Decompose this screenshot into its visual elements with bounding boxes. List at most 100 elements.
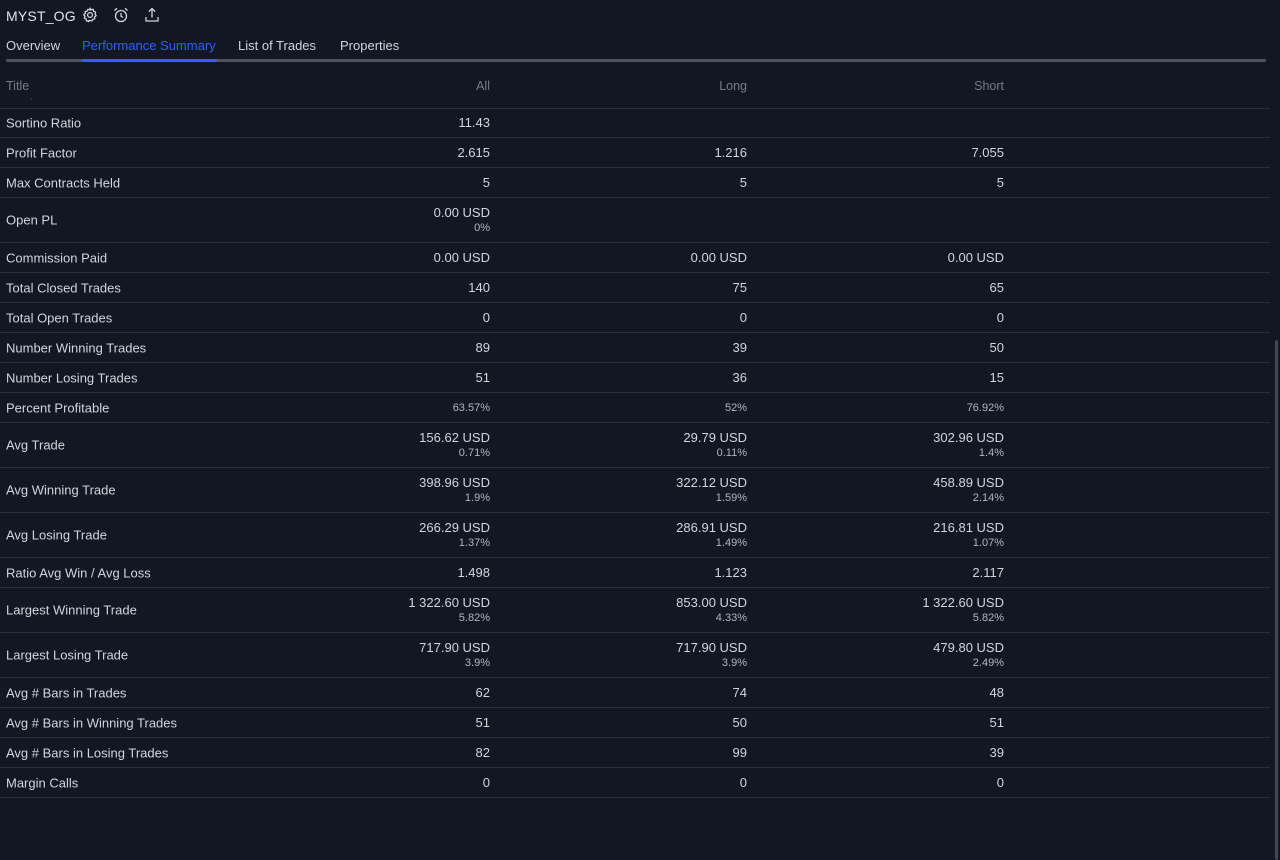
table-header: Title All Long Short	[0, 72, 1270, 109]
gear-icon[interactable]	[81, 6, 99, 24]
cell-all: 1 322.60 USD 5.82%	[408, 595, 490, 625]
cell-all-value: 11.43	[458, 114, 490, 130]
cell-all: 1.498	[457, 565, 490, 581]
row-title: Avg Winning Trade	[6, 482, 116, 498]
cell-short-value: 50	[989, 339, 1004, 355]
cell-short: 2.117	[972, 565, 1004, 581]
row-title: Avg # Bars in Winning Trades	[6, 715, 178, 730]
scrollbar[interactable]	[1274, 72, 1280, 860]
cell-all: 266.29 USD 1.37%	[419, 520, 490, 550]
table-row: Avg Losing Trade 266.29 USD 1.37% 286.91 US…	[0, 513, 1270, 558]
cell-all-percent: 5.82%	[458, 612, 490, 624]
table-row: Avg Winning Trade 398.96 USD 1.9% 322.12 US…	[0, 468, 1270, 513]
cell-all-percent: 0.71%	[458, 447, 490, 459]
active-tab-indicator	[82, 59, 217, 62]
cell-long-value: 0.00 USD	[690, 249, 747, 265]
cell-short: 1 322.60 USD 5.82%	[922, 595, 1004, 625]
cell-long-value: 286.91 USD	[676, 520, 747, 535]
cell-all: 5	[483, 175, 490, 191]
cell-short-value: 48	[989, 684, 1004, 700]
cell-short-value: 65	[989, 279, 1004, 295]
cell-short-percent: 2.14%	[972, 492, 1004, 504]
cell-all: 11.43	[458, 115, 490, 131]
cell-short: 0.00 USD	[948, 250, 1004, 266]
cell-all-value: 1.498	[457, 564, 490, 580]
cell-short: 216.81 USD 1.07%	[933, 520, 1004, 550]
cell-long: 853.00 USD 4.33%	[676, 595, 747, 625]
cell-all-value: 51	[475, 369, 490, 385]
cell-long-value: 322.12 USD	[676, 475, 747, 490]
cell-short: 302.96 USD 1.4%	[933, 430, 1004, 460]
row-title: Avg # Bars in Trades	[6, 685, 127, 700]
cell-all-percent: 0%	[474, 222, 490, 234]
cell-short: 76.92%	[967, 400, 1004, 416]
alarm-clock-icon[interactable]	[112, 6, 130, 24]
top-bar: MYST_OG	[0, 0, 1280, 32]
cell-short-percent: 1.4%	[978, 447, 1004, 459]
cell-short-percent: 5.82%	[972, 612, 1004, 624]
cell-long: 29.79 USD 0.11%	[683, 430, 747, 460]
table-row: Margin Calls 0 0 0	[0, 768, 1270, 798]
strategy-name: MYST_OG	[6, 8, 76, 24]
cell-all-percent: 3.9%	[464, 657, 490, 669]
cell-long: 0	[740, 775, 747, 791]
cell-short-value: 0	[996, 774, 1004, 790]
cell-long-value: 1.123	[714, 564, 747, 580]
cell-short-value: 0	[996, 309, 1004, 325]
cell-all: 82	[476, 745, 490, 761]
cell-long: 50	[733, 715, 747, 731]
cell-long: 0.00 USD	[691, 250, 747, 266]
cell-short-value: 2.117	[972, 564, 1004, 580]
table-row: Avg # Bars in Trades 62 74 48	[0, 678, 1270, 708]
cell-all: 717.90 USD 3.9%	[419, 640, 490, 670]
cell-all: 2.615	[457, 145, 490, 161]
cell-short-value: 5	[996, 174, 1004, 190]
cell-all: 0	[483, 775, 490, 791]
table-row: Avg # Bars in Losing Trades 82 99 39	[0, 738, 1270, 768]
cell-all-value: 0.00 USD	[433, 249, 490, 265]
cell-all: 62	[476, 685, 490, 701]
row-title: Avg # Bars in Losing Trades	[6, 745, 169, 760]
cell-long: 286.91 USD 1.49%	[676, 520, 747, 550]
cell-short: 479.80 USD 2.49%	[933, 640, 1004, 670]
cell-short: 39	[990, 745, 1004, 761]
scrollbar-thumb[interactable]	[1275, 340, 1278, 860]
cell-long-percent: 4.33%	[715, 612, 747, 624]
cell-long: 75	[733, 280, 747, 296]
cell-long-value: 29.79 USD	[683, 430, 747, 445]
tab-overview[interactable]: Overview	[6, 38, 60, 53]
cell-all-value: 62	[475, 684, 490, 700]
cell-all: 51	[476, 370, 490, 386]
table-row: Largest Winning Trade 1 322.60 USD 5.82% 85…	[0, 588, 1270, 633]
table-row: Number Losing Trades 51 36 15	[0, 363, 1270, 393]
cell-short: 48	[990, 685, 1004, 701]
header-all: All	[476, 79, 490, 93]
tab-list-of-trades[interactable]: List of Trades	[238, 38, 316, 53]
cell-all-value: 89	[475, 339, 490, 355]
tab-properties[interactable]: Properties	[340, 38, 399, 53]
cell-short-value: 479.80 USD	[933, 640, 1004, 655]
row-title: Total Closed Trades	[6, 280, 121, 295]
cell-short-percent: 1.07%	[972, 537, 1004, 549]
cell-long: 1.216	[714, 145, 747, 161]
cell-all-value: 0	[482, 309, 490, 325]
export-icon[interactable]	[143, 6, 161, 24]
cell-short-value: 76.92%	[966, 401, 1004, 414]
cell-short-value: 216.81 USD	[933, 520, 1004, 535]
cell-short-value: 7.055	[971, 144, 1004, 160]
cell-short: 15	[990, 370, 1004, 386]
table-row: Total Closed Trades 140 75 65	[0, 273, 1270, 303]
cell-all-value: 63.57%	[452, 401, 490, 414]
cell-all-value: 398.96 USD	[419, 475, 490, 490]
table-row: Profit Factor 2.615 1.216 7.055	[0, 138, 1270, 168]
header-long: Long	[719, 79, 747, 93]
tab-bar: Overview Performance Summary List of Tra…	[0, 34, 1280, 62]
cell-all-percent: 1.37%	[458, 537, 490, 549]
cell-long-value: 75	[732, 279, 747, 295]
row-title: Commission Paid	[6, 250, 108, 265]
cell-long: 39	[733, 340, 747, 356]
cell-all: 398.96 USD 1.9%	[419, 475, 490, 505]
performance-table: Sortino Ratio 11.43 Profit Factor 2.615 1.21…	[0, 108, 1270, 798]
cell-long-percent: 3.9%	[721, 657, 747, 669]
tab-performance-summary[interactable]: Performance Summary	[82, 38, 216, 53]
